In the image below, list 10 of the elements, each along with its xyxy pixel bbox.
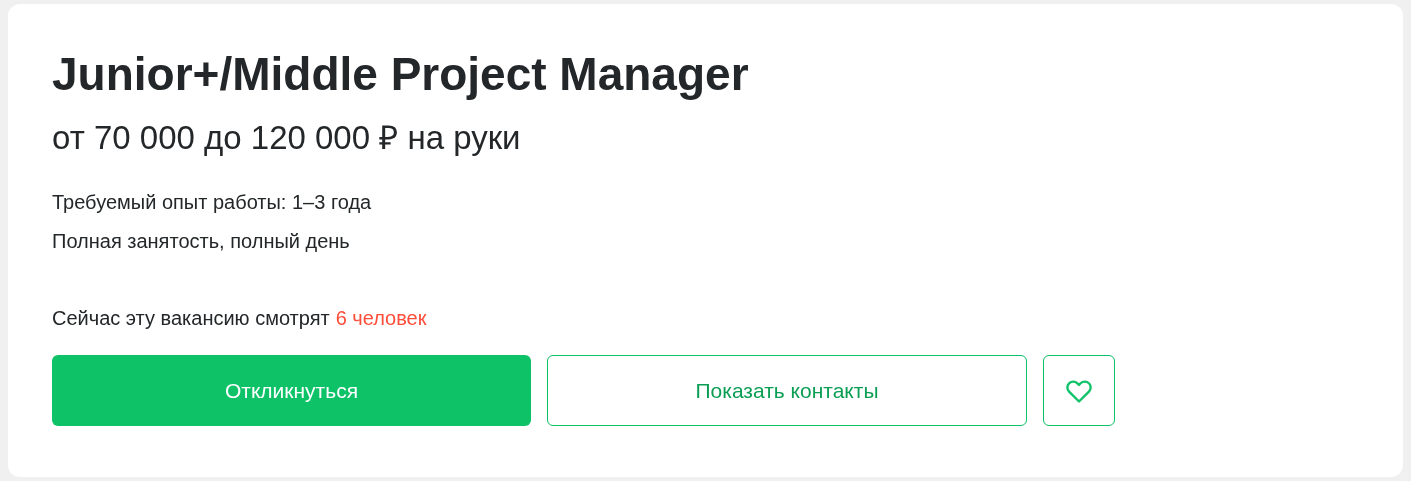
favorite-button[interactable] <box>1043 355 1115 426</box>
vacancy-title: Junior+/Middle Project Manager <box>52 47 749 102</box>
employment-text: Полная занятость, полный день <box>52 229 350 253</box>
salary: от 70 000 до 120 000 ₽ на руки <box>52 118 521 158</box>
experience-text: Требуемый опыт работы: 1–3 года <box>52 190 372 214</box>
viewers-count: 6 человек <box>335 306 427 330</box>
apply-button[interactable]: Откликнуться <box>52 355 531 426</box>
show-contacts-button[interactable]: Показать контакты <box>547 355 1027 426</box>
viewers-text: Сейчас эту вакансию смотрят <box>52 306 330 330</box>
heart-icon <box>1065 377 1093 404</box>
